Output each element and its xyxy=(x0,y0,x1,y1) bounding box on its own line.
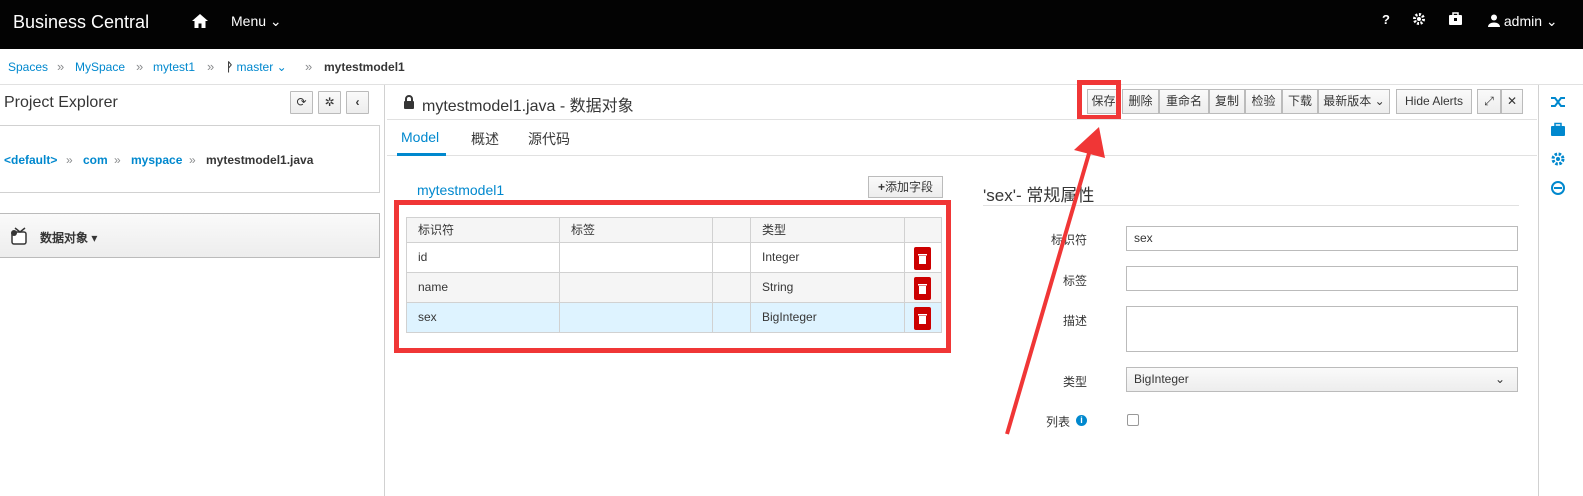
package-path: <default> » com » myspace » mytestmodel1… xyxy=(0,125,380,193)
gear-icon: ✲ xyxy=(324,95,335,109)
close-icon: ✕ xyxy=(1506,94,1518,108)
user-icon xyxy=(1488,13,1504,29)
tab-overview[interactable]: 概述 xyxy=(471,129,499,149)
data-object-icon xyxy=(9,226,29,246)
path-com[interactable]: com xyxy=(83,153,108,167)
breadcrumb-current: mytestmodel1 xyxy=(324,60,405,74)
path-separator: » xyxy=(66,153,73,167)
breadcrumb-myspace[interactable]: MySpace xyxy=(75,60,125,74)
breadcrumb-separator: » xyxy=(136,59,144,74)
save-highlight-box xyxy=(1077,80,1121,120)
menu-dropdown[interactable]: Menu ⌄ xyxy=(231,13,282,30)
breadcrumb: Spaces » MySpace » mytest1 » ᚹ master ⌄ … xyxy=(0,49,1583,85)
chevron-down-icon: ⌄ xyxy=(269,13,282,29)
close-editor-button[interactable]: ✕ xyxy=(1501,89,1523,114)
project-explorer-panel: Project Explorer ⟳ ✲ ‹ <default> » com »… xyxy=(0,85,385,496)
latest-version-dropdown[interactable]: 最新版本 ⌄ xyxy=(1318,89,1390,114)
description-field[interactable] xyxy=(1126,306,1518,352)
top-navbar: Business Central Menu ⌄ ? admin ⌄ xyxy=(0,0,1583,49)
path-separator: » xyxy=(114,153,121,167)
delete-button[interactable]: 删除 xyxy=(1122,89,1159,114)
tab-model[interactable]: Model xyxy=(401,129,439,145)
chevron-down-icon: ⌄ xyxy=(1545,13,1558,29)
rename-button[interactable]: 重命名 xyxy=(1159,89,1209,114)
properties-divider xyxy=(983,205,1519,206)
validate-button[interactable]: 检验 xyxy=(1245,89,1282,114)
lock-icon xyxy=(403,95,415,109)
breadcrumb-spaces[interactable]: Spaces xyxy=(8,60,48,74)
right-sidebar xyxy=(1538,85,1583,496)
divider xyxy=(387,119,1537,120)
help-icon[interactable]: ? xyxy=(1377,12,1395,30)
branch-icon: ᚹ xyxy=(226,60,234,74)
brand-title: Business Central xyxy=(13,12,150,32)
sync-icon[interactable] xyxy=(1550,180,1566,196)
branch-label: master xyxy=(236,60,274,74)
label-field[interactable] xyxy=(1126,266,1518,291)
maximize-button[interactable]: ⤢ xyxy=(1477,89,1501,114)
asset-type-label: 数据对象 ▾ xyxy=(40,231,98,245)
data-object-name[interactable]: mytestmodel1 xyxy=(417,182,504,198)
description-label: 描述 xyxy=(1062,314,1087,328)
label-label: 标签 xyxy=(1062,274,1087,288)
type-label: 类型 xyxy=(1062,375,1087,389)
editor-title: mytestmodel1.java - 数据对象 xyxy=(422,98,634,115)
breadcrumb-project[interactable]: mytest1 xyxy=(153,60,195,74)
user-name: admin xyxy=(1503,13,1543,29)
hide-alerts-button[interactable]: Hide Alerts xyxy=(1396,89,1472,114)
briefcase-icon[interactable] xyxy=(1550,122,1566,138)
shuffle-icon[interactable] xyxy=(1550,94,1566,110)
info-icon[interactable]: i xyxy=(1076,415,1087,426)
project-explorer-title: Project Explorer xyxy=(4,94,118,111)
copy-button[interactable]: 复制 xyxy=(1209,89,1245,114)
refresh-button[interactable]: ⟳ xyxy=(290,91,313,114)
identifier-label: 标识符 xyxy=(1050,233,1087,247)
menu-label: Menu xyxy=(231,13,267,29)
branch-selector[interactable]: ᚹ master ⌄ xyxy=(226,60,287,74)
gear-icon[interactable] xyxy=(1410,12,1428,30)
table-highlight-box xyxy=(394,200,951,353)
home-icon[interactable] xyxy=(190,11,210,31)
identifier-field[interactable]: sex xyxy=(1126,226,1518,251)
breadcrumb-separator: » xyxy=(305,59,313,74)
refresh-icon: ⟳ xyxy=(296,95,307,109)
settings-button[interactable]: ✲ xyxy=(318,91,341,114)
chevron-left-icon: ‹ xyxy=(355,95,360,109)
path-separator: » xyxy=(189,153,196,167)
collapse-panel-button[interactable]: ‹ xyxy=(346,91,369,114)
tabs-divider xyxy=(387,155,1537,156)
chevron-down-icon: ⌄ xyxy=(276,60,287,74)
tab-source[interactable]: 源代码 xyxy=(528,129,570,149)
briefcase-icon[interactable] xyxy=(1446,12,1464,30)
user-menu[interactable]: admin ⌄ xyxy=(1488,13,1558,30)
plus-icon: + xyxy=(877,180,885,194)
breadcrumb-separator: » xyxy=(207,59,215,74)
path-default[interactable]: <default> xyxy=(4,153,57,167)
add-field-button[interactable]: +添加字段 xyxy=(868,176,943,198)
type-select[interactable]: BigInteger ⌄ xyxy=(1126,367,1518,392)
breadcrumb-separator: » xyxy=(57,59,65,74)
chevron-down-icon: ⌄ xyxy=(1494,372,1505,386)
asset-type-dropdown[interactable]: 数据对象 ▾ xyxy=(0,213,380,258)
path-myspace[interactable]: myspace xyxy=(131,153,182,167)
list-label: 列表 xyxy=(1045,415,1070,429)
download-button[interactable]: 下载 xyxy=(1282,89,1318,114)
expand-icon: ⤢ xyxy=(1484,94,1494,108)
list-checkbox[interactable] xyxy=(1127,414,1139,426)
gear-icon[interactable] xyxy=(1550,151,1566,167)
active-tab-indicator xyxy=(397,153,446,156)
path-file: mytestmodel1.java xyxy=(206,153,314,167)
properties-title: 'sex'- 常规属性 xyxy=(983,186,1095,205)
